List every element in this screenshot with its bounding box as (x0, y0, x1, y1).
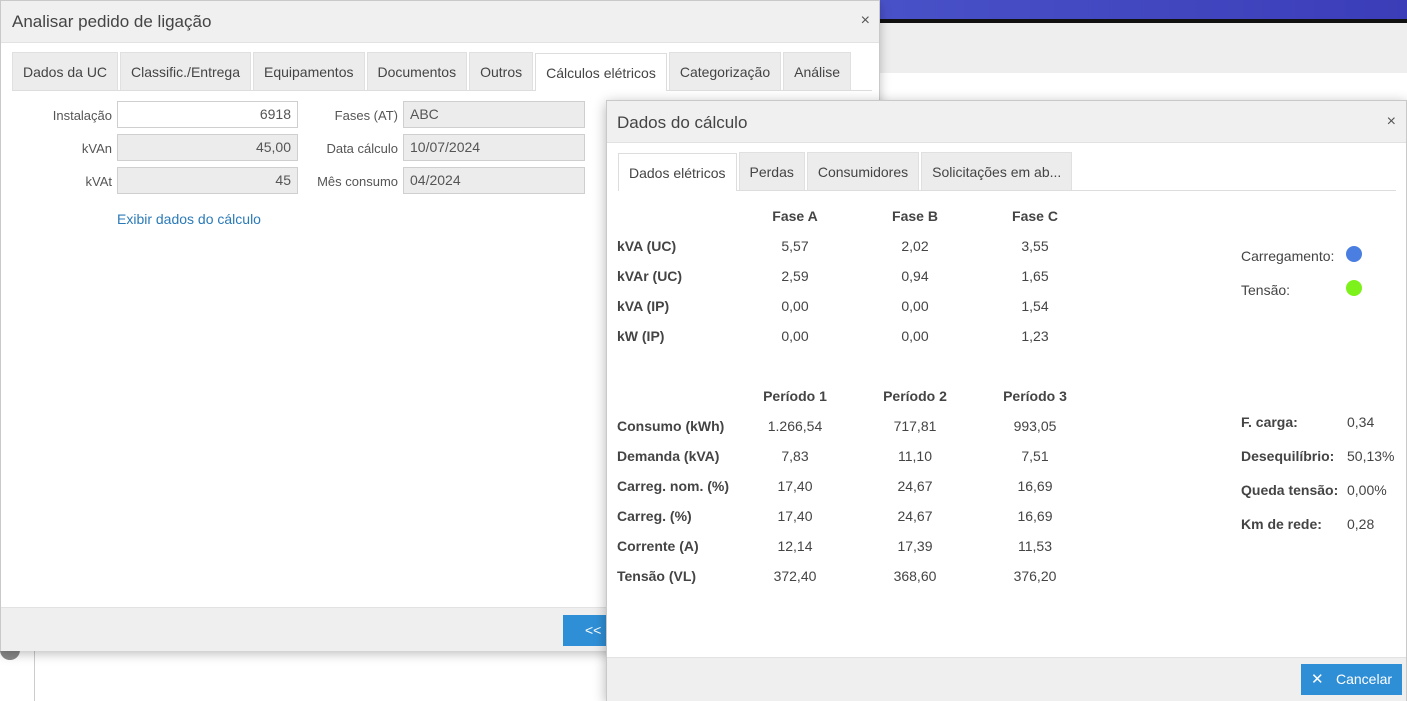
row-label: Demanda (kVA) (617, 448, 720, 464)
tab-documentos[interactable]: Documentos (366, 52, 468, 90)
row-label: kVA (IP) (617, 298, 670, 314)
close-icon[interactable]: × (1387, 113, 1396, 131)
row-label: kVAr (UC) (617, 268, 683, 284)
table-cell: 7,83 (781, 448, 809, 464)
dialog-header: Analisar pedido de ligação × (1, 1, 879, 43)
stat-value: 0,00% (1347, 482, 1387, 498)
carregamento-label: Carregamento: (1241, 248, 1335, 264)
app-divider (34, 650, 35, 701)
calc-dialog-footer (607, 657, 1406, 701)
table-cell: 717,81 (893, 418, 937, 434)
close-icon[interactable]: × (861, 12, 870, 30)
app-header-strip (880, 23, 1407, 73)
cancel-label: Cancelar (1336, 671, 1393, 687)
row-label: Corrente (A) (617, 538, 699, 554)
tab-equipamentos[interactable]: Equipamentos (252, 52, 365, 90)
tab-calculos-eletricos[interactable]: Cálculos elétricos (535, 53, 667, 91)
table-cell: 1.266,54 (767, 418, 823, 434)
table-cell: 12,14 (777, 538, 813, 554)
kvat-label: kVAt (85, 174, 113, 189)
close-icon: ✕ (1311, 671, 1324, 688)
stat-label: Queda tensão: (1241, 482, 1339, 498)
table-cell: 0,94 (901, 268, 929, 284)
calc-dialog-header: Dados do cálculo × (607, 101, 1406, 143)
row-label: Carreg. nom. (%) (617, 478, 730, 494)
tab-perdas[interactable]: Perdas (738, 152, 805, 190)
carregamento-indicator (1346, 246, 1362, 262)
row-label: Consumo (kWh) (617, 418, 725, 434)
stat-value: 50,13% (1347, 448, 1395, 464)
phase-header: Fase B (892, 208, 938, 224)
calc-dialog-title: Dados do cálculo (617, 113, 748, 132)
tab-dados-uc[interactable]: Dados da UC (12, 52, 119, 90)
mes-consumo-field: 04/2024 (403, 167, 585, 194)
table-cell: 0,00 (781, 328, 809, 344)
table-cell: 16,69 (1017, 508, 1053, 524)
tab-outros[interactable]: Outros (469, 52, 534, 90)
table-cell: 368,60 (893, 568, 937, 584)
row-label: kW (IP) (617, 328, 665, 344)
table-cell: 24,67 (897, 508, 933, 524)
mes-consumo-label: Mês consumo (317, 174, 398, 189)
tensao-indicator (1346, 280, 1362, 296)
table-cell: 372,40 (773, 568, 817, 584)
table-cell: 0,00 (901, 298, 929, 314)
table-cell: 3,55 (1021, 238, 1049, 254)
table-cell: 0,00 (901, 328, 929, 344)
phase-header: Fase A (772, 208, 818, 224)
kvan-field: 45,00 (117, 134, 298, 161)
period-header: Período 3 (1003, 388, 1067, 404)
row-label: Carreg. (%) (617, 508, 692, 524)
stat-value: 0,34 (1347, 414, 1375, 430)
kvat-field: 45 (117, 167, 298, 194)
calc-tabs: Dados elétricos Perdas Consumidores Soli… (618, 152, 1396, 191)
tensao-label: Tensão: (1241, 282, 1291, 298)
tab-solicitacoes[interactable]: Solicitações em ab... (921, 152, 1073, 190)
table-cell: 993,05 (1013, 418, 1057, 434)
table-cell: 2,59 (781, 268, 809, 284)
data-calculo-label: Data cálculo (326, 141, 398, 156)
row-label: Tensão (VL) (617, 568, 697, 584)
tab-consumidores[interactable]: Consumidores (806, 152, 920, 190)
table-cell: 1,54 (1021, 298, 1049, 314)
stat-value: 0,28 (1347, 516, 1375, 532)
table-cell: 5,57 (781, 238, 809, 254)
fases-field: ABC (403, 101, 585, 128)
table-cell: 1,23 (1021, 328, 1049, 344)
table-cell: 11,53 (1018, 538, 1052, 554)
tab-dados-eletricos[interactable]: Dados elétricos (618, 153, 737, 191)
dados-calculo-dialog: Dados do cálculo × Dados elétricos Perda… (606, 100, 1407, 701)
tab-classific-entrega[interactable]: Classific./Entrega (120, 52, 251, 90)
table-cell: 16,69 (1017, 478, 1053, 494)
fases-label: Fases (AT) (334, 108, 398, 123)
table-cell: 7,51 (1021, 448, 1049, 464)
instalacao-field[interactable]: 6918 (117, 101, 298, 128)
table-cell: 11,10 (898, 448, 932, 464)
table-cell: 0,00 (781, 298, 809, 314)
dialog-title: Analisar pedido de ligação (12, 12, 212, 31)
stat-label: Desequilíbrio: (1241, 448, 1335, 464)
table-cell: 2,02 (901, 238, 929, 254)
tab-analise[interactable]: Análise (783, 52, 852, 90)
stat-label: Km de rede: (1241, 516, 1322, 532)
instalacao-label: Instalação (52, 108, 112, 123)
table-cell: 17,39 (897, 538, 933, 554)
period-header: Período 2 (883, 388, 947, 404)
table-cell: 17,40 (777, 478, 813, 494)
row-label: kVA (UC) (617, 238, 677, 254)
kvan-label: kVAn (81, 141, 112, 156)
table-cell: 1,65 (1021, 268, 1049, 284)
table-cell: 17,40 (777, 508, 813, 524)
table-cell: 24,67 (897, 478, 933, 494)
tab-categorizacao[interactable]: Categorização (668, 52, 782, 90)
data-calculo-field: 10/07/2024 (403, 134, 585, 161)
exibir-dados-link[interactable]: Exibir dados do cálculo (117, 211, 261, 227)
phase-header: Fase C (1012, 208, 1058, 224)
cancel-button[interactable]: ✕ Cancelar (1301, 664, 1402, 695)
main-tabs: Dados da UC Classific./Entrega Equipamen… (12, 52, 872, 91)
stat-label: F. carga: (1241, 414, 1298, 430)
table-cell: 376,20 (1013, 568, 1057, 584)
period-header: Período 1 (763, 388, 827, 404)
